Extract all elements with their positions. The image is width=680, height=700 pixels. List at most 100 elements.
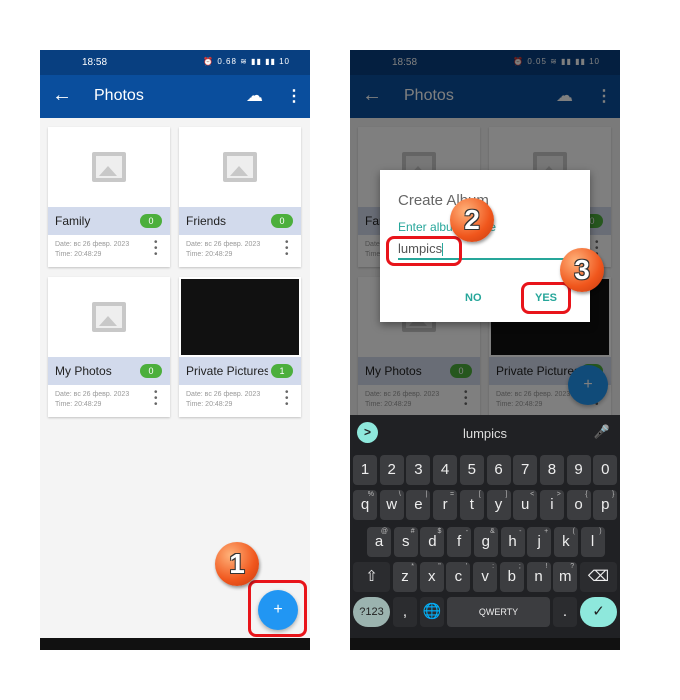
album-date: Date: вс 26 февр. 2023	[186, 391, 261, 398]
key-alt-label: \	[398, 491, 401, 498]
period-key[interactable]: .	[553, 597, 577, 627]
key-label: 0	[601, 461, 610, 478]
key[interactable]: v:	[473, 562, 498, 592]
key-label: e	[414, 496, 423, 513]
key-label: l	[590, 533, 595, 550]
key[interactable]: d $	[420, 527, 445, 557]
album-thumbnail[interactable]	[48, 127, 170, 207]
more-menu-icon[interactable]: ⋮	[286, 86, 302, 106]
album-card[interactable]: Friends 0 Date: вс 26 февр. 2023 Time: 20:…	[179, 127, 301, 267]
microphone-icon[interactable]: 🎤	[594, 424, 610, 440]
album-menu-icon[interactable]: •••	[154, 388, 158, 410]
key[interactable]: g &	[473, 527, 498, 557]
key-label: s	[401, 533, 410, 550]
backspace-key[interactable]: ⌫	[580, 562, 617, 592]
key-alt-label: )	[599, 528, 602, 535]
space-key[interactable]: QWERTY	[447, 597, 550, 627]
key-label: j	[537, 533, 541, 550]
enter-key[interactable]: ✓	[580, 597, 617, 627]
key[interactable]: h-	[500, 527, 525, 557]
globe-key[interactable]: 🌐	[420, 597, 444, 627]
album-name: Friends	[186, 214, 227, 228]
key-alt-label: =	[450, 491, 455, 498]
photo-count-badge: 0	[271, 214, 293, 228]
comma-key[interactable]: ,	[393, 597, 417, 627]
key-label: d	[428, 533, 437, 550]
key[interactable]: s #	[393, 527, 418, 557]
key-label: g	[481, 533, 490, 550]
album-name: Family	[55, 214, 91, 228]
key-alt-label: <	[530, 491, 535, 498]
key[interactable]: w \	[379, 490, 404, 520]
image-placeholder-icon	[92, 152, 126, 182]
highlight-input	[386, 236, 462, 266]
key[interactable]: i >	[539, 490, 564, 520]
key[interactable]: p}	[593, 490, 618, 520]
album-meta: Date: вс 26 февр. 2023 Time: 20:48:29	[55, 240, 129, 260]
album-card[interactable]: Family 0 Date: вс 26 февр. 2023 Time: 20:4…	[48, 127, 170, 267]
album-card[interactable]: My Photos 0 Date: вс 26 февр. 2023 Time: 2…	[48, 277, 170, 417]
album-thumbnail[interactable]	[179, 277, 301, 357]
key-label: QWERTY	[478, 607, 519, 617]
album-name: Private Pictures	[186, 364, 268, 378]
key-alt-label: *	[411, 563, 414, 570]
key-alt-label: {	[585, 491, 588, 498]
key[interactable]: b;	[499, 562, 524, 592]
album-thumbnail[interactable]	[48, 277, 170, 357]
key[interactable]: u <	[513, 490, 538, 520]
key[interactable]: e |	[406, 490, 431, 520]
symbols-key[interactable]: ?123	[353, 597, 390, 627]
key[interactable]: m?	[553, 562, 578, 592]
key-label: 7	[521, 461, 530, 478]
key-label: 🌐	[422, 603, 442, 620]
key-label: b	[507, 568, 516, 585]
key-label: k	[562, 533, 570, 550]
key-label: 3	[414, 461, 423, 478]
key[interactable]: a @	[367, 527, 391, 557]
cloud-icon[interactable]: ☁	[246, 86, 263, 106]
key[interactable]: r =	[433, 490, 458, 520]
album-label-band: My Photos 0	[48, 357, 170, 385]
album-menu-icon[interactable]: •••	[154, 238, 158, 260]
album-thumbnail[interactable]	[179, 127, 301, 207]
key-alt-label: :	[492, 563, 495, 570]
status-time: 18:58	[82, 57, 108, 68]
key-label: w	[386, 496, 398, 513]
key-alt-label: $	[437, 528, 442, 535]
no-button[interactable]: NO	[465, 292, 482, 304]
key[interactable]: t[	[459, 490, 484, 520]
key[interactable]: j +	[527, 527, 552, 557]
phone-left: 18:58 ⏰ 0.68 ≋ ▮▮ ▮▮ 10 ← Photos ☁ ⋮ Fam…	[40, 50, 310, 650]
album-card[interactable]: Private Pictures1 Date: вс 26 февр. 2023…	[179, 277, 301, 417]
album-meta: Date: вс 26 февр. 2023 Time: 20:48:29	[55, 390, 129, 410]
album-menu-icon[interactable]: •••	[285, 238, 289, 260]
key[interactable]: z *	[393, 562, 417, 592]
key[interactable]: c '	[446, 562, 471, 592]
album-name: My Photos	[55, 364, 112, 378]
key-alt-label: }	[611, 491, 615, 498]
nav-bar	[350, 638, 620, 650]
shift-key[interactable]: ⇧	[353, 562, 390, 592]
photo-count-badge: 0	[140, 364, 162, 378]
album-menu-icon[interactable]: •••	[285, 388, 289, 410]
key[interactable]: f-	[447, 527, 472, 557]
key-alt-label: ]	[505, 491, 508, 498]
key[interactable]: k(	[553, 527, 578, 557]
key[interactable]: o{	[566, 490, 591, 520]
key-alt-label: &	[490, 528, 495, 535]
back-arrow-icon[interactable]: ←	[52, 84, 72, 107]
key-label: 9	[574, 461, 583, 478]
callout-2: 2	[450, 198, 494, 242]
key-label: 6	[494, 461, 503, 478]
album-label-band: Family 0	[48, 207, 170, 235]
key-label: z	[401, 568, 409, 585]
key[interactable]: y]	[486, 490, 511, 520]
key-label: p	[601, 496, 610, 513]
key[interactable]: n!	[526, 562, 551, 592]
key[interactable]: x "	[419, 562, 444, 592]
key[interactable]: l)	[580, 527, 605, 557]
key-alt-label: '	[466, 563, 468, 570]
keyboard: > lumpics 🎤 1 2 3 4 5 6 7 8 9 0 q% w \ e | r = t[y] u < i > o{…	[350, 415, 620, 650]
suggestion-word[interactable]: lumpics	[350, 426, 620, 441]
key[interactable]: q%	[353, 490, 377, 520]
